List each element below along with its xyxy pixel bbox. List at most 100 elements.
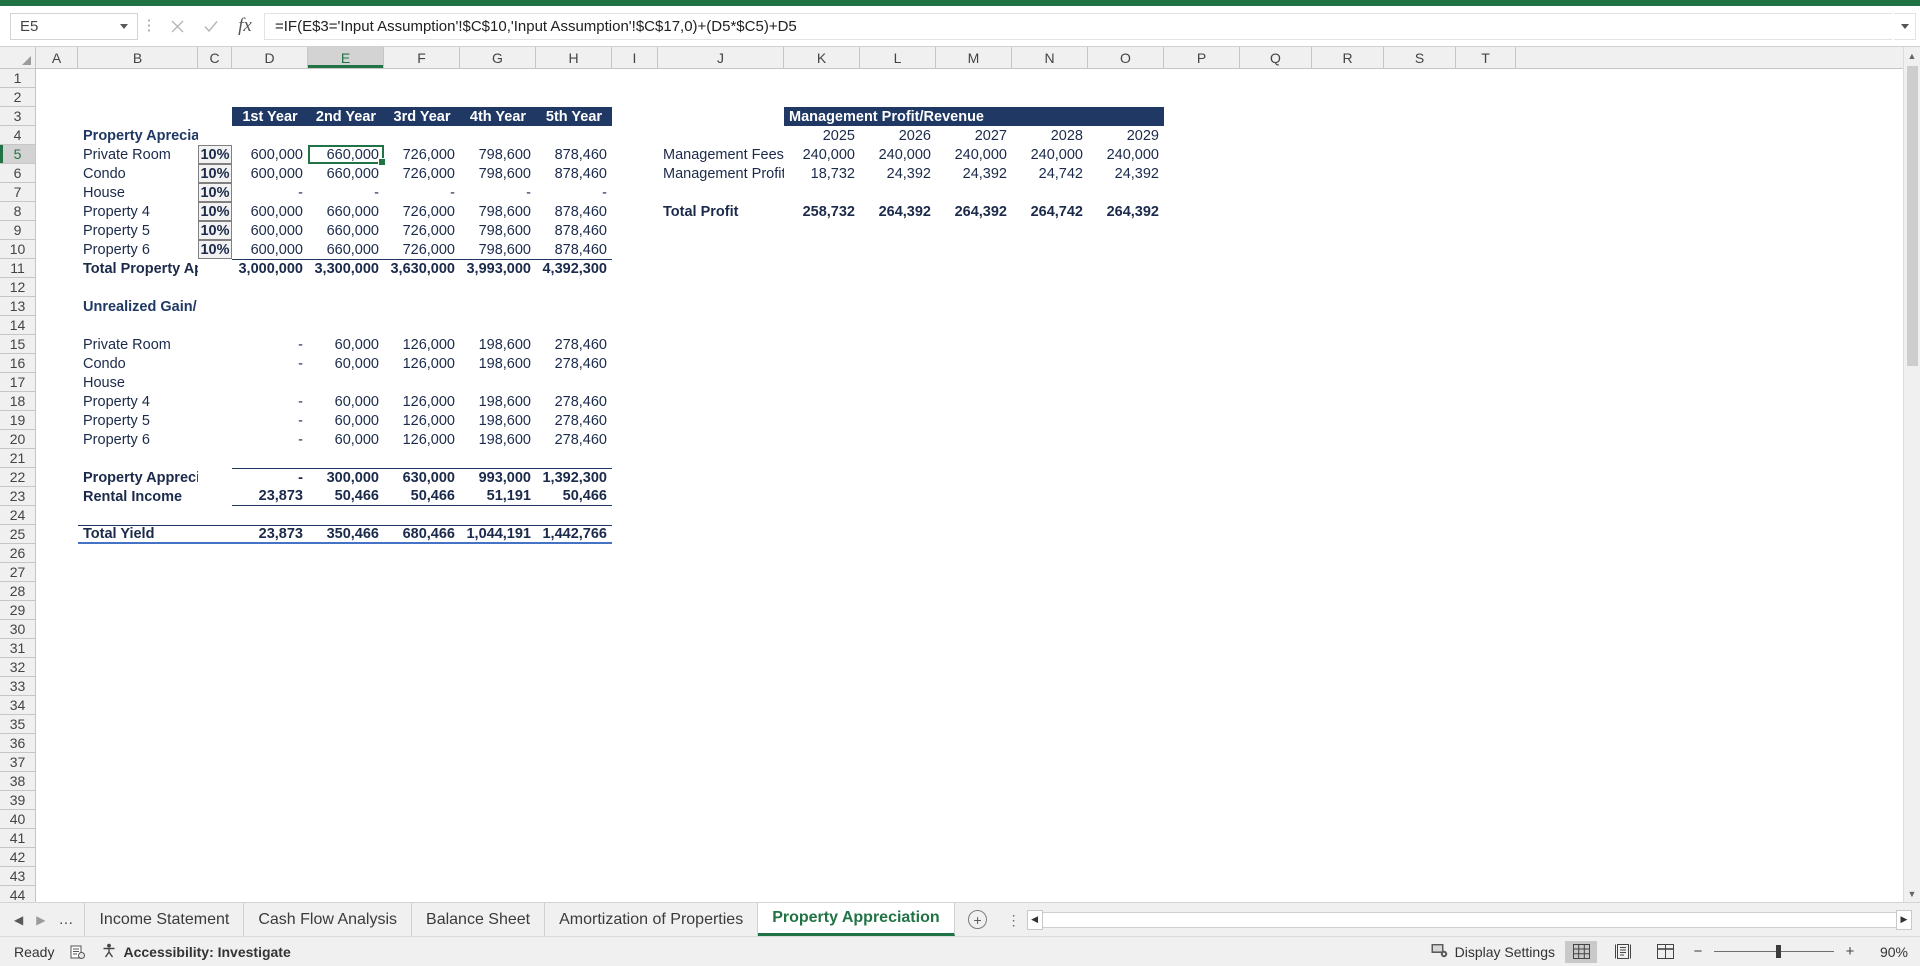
cell-H24[interactable] [536,506,612,525]
cell-J18[interactable] [658,392,784,411]
cell-F17[interactable] [384,373,460,392]
cell-I14[interactable] [612,316,658,335]
cell-L42[interactable] [860,848,936,867]
cell-J38[interactable] [658,772,784,791]
cell-F3[interactable]: 3rd Year [384,107,460,126]
cell-L12[interactable] [860,278,936,297]
cell-P6[interactable] [1164,164,1240,183]
cell-F27[interactable] [384,563,460,582]
cell-I6[interactable] [612,164,658,183]
cell-J12[interactable] [658,278,784,297]
cell-G8[interactable]: 798,600 [460,202,536,221]
row-header-21[interactable]: 21 [0,449,35,468]
cell-N41[interactable] [1012,829,1088,848]
cell-D43[interactable] [232,867,308,886]
row-header-34[interactable]: 34 [0,696,35,715]
cell-K13[interactable] [784,297,860,316]
cell-G5[interactable]: 798,600 [460,145,536,164]
cell-M23[interactable] [936,487,1012,506]
cell-B19[interactable]: Property 5 [78,411,198,430]
cell-T37[interactable] [1456,753,1516,772]
cell-O23[interactable] [1088,487,1164,506]
column-header-r[interactable]: R [1312,47,1384,68]
cell-M7[interactable] [936,183,1012,202]
cell-G40[interactable] [460,810,536,829]
cell-R41[interactable] [1312,829,1384,848]
cell-P30[interactable] [1164,620,1240,639]
cell-D35[interactable] [232,715,308,734]
cell-C44[interactable] [198,886,232,902]
cell-G6[interactable]: 798,600 [460,164,536,183]
close-icon[interactable] [160,12,194,40]
cell-Q29[interactable] [1240,601,1312,620]
cell-F26[interactable] [384,544,460,563]
cell-P34[interactable] [1164,696,1240,715]
cell-S19[interactable] [1384,411,1456,430]
sheet-tab-amortization-of-properties[interactable]: Amortization of Properties [545,903,759,936]
cell-C28[interactable] [198,582,232,601]
cell-S20[interactable] [1384,430,1456,449]
page-break-view-icon[interactable] [1649,941,1681,963]
cell-Q27[interactable] [1240,563,1312,582]
cell-H15[interactable]: 278,460 [536,335,612,354]
cell-H6[interactable]: 878,460 [536,164,612,183]
cell-M33[interactable] [936,677,1012,696]
cell-S2[interactable] [1384,88,1456,107]
cell-G31[interactable] [460,639,536,658]
cell-N8[interactable]: 264,742 [1012,202,1088,221]
cell-F5[interactable]: 726,000 [384,145,460,164]
cell-B35[interactable] [78,715,198,734]
cell-A41[interactable] [36,829,78,848]
cell-K25[interactable] [784,525,860,544]
cell-E29[interactable] [308,601,384,620]
cell-R33[interactable] [1312,677,1384,696]
cell-R20[interactable] [1312,430,1384,449]
cell-D33[interactable] [232,677,308,696]
cell-J5[interactable]: Management Fees [658,145,784,164]
cell-A23[interactable] [36,487,78,506]
cell-P27[interactable] [1164,563,1240,582]
cell-R40[interactable] [1312,810,1384,829]
cell-N7[interactable] [1012,183,1088,202]
cell-I30[interactable] [612,620,658,639]
cell-I44[interactable] [612,886,658,902]
cell-B21[interactable] [78,449,198,468]
cell-K22[interactable] [784,468,860,487]
cell-S11[interactable] [1384,259,1456,278]
cell-E27[interactable] [308,563,384,582]
cell-Q3[interactable] [1240,107,1312,126]
cell-J14[interactable] [658,316,784,335]
cell-M41[interactable] [936,829,1012,848]
cell-Q38[interactable] [1240,772,1312,791]
cell-H32[interactable] [536,658,612,677]
cell-J7[interactable] [658,183,784,202]
cell-A32[interactable] [36,658,78,677]
cell-T13[interactable] [1456,297,1516,316]
cell-H31[interactable] [536,639,612,658]
cell-grid[interactable]: 1st Year 2nd Year 3rd Year 4th Year 5th Year… [36,69,1920,902]
cell-P28[interactable] [1164,582,1240,601]
cell-A27[interactable] [36,563,78,582]
cell-D7[interactable]: - [232,183,308,202]
cell-L28[interactable] [860,582,936,601]
cell-G23[interactable]: 51,191 [460,487,536,506]
cell-A29[interactable] [36,601,78,620]
cell-K24[interactable] [784,506,860,525]
cell-L27[interactable] [860,563,936,582]
row-header-12[interactable]: 12 [0,278,35,297]
cell-T38[interactable] [1456,772,1516,791]
cell-R2[interactable] [1312,88,1384,107]
cell-R23[interactable] [1312,487,1384,506]
cell-B10[interactable]: Property 6 [78,240,198,259]
cell-D14[interactable] [232,316,308,335]
cell-J43[interactable] [658,867,784,886]
cell-R4[interactable] [1312,126,1384,145]
cell-O12[interactable] [1088,278,1164,297]
cell-A43[interactable] [36,867,78,886]
cell-M13[interactable] [936,297,1012,316]
cell-L21[interactable] [860,449,936,468]
cell-T24[interactable] [1456,506,1516,525]
cell-T9[interactable] [1456,221,1516,240]
cell-B18[interactable]: Property 4 [78,392,198,411]
cell-P22[interactable] [1164,468,1240,487]
